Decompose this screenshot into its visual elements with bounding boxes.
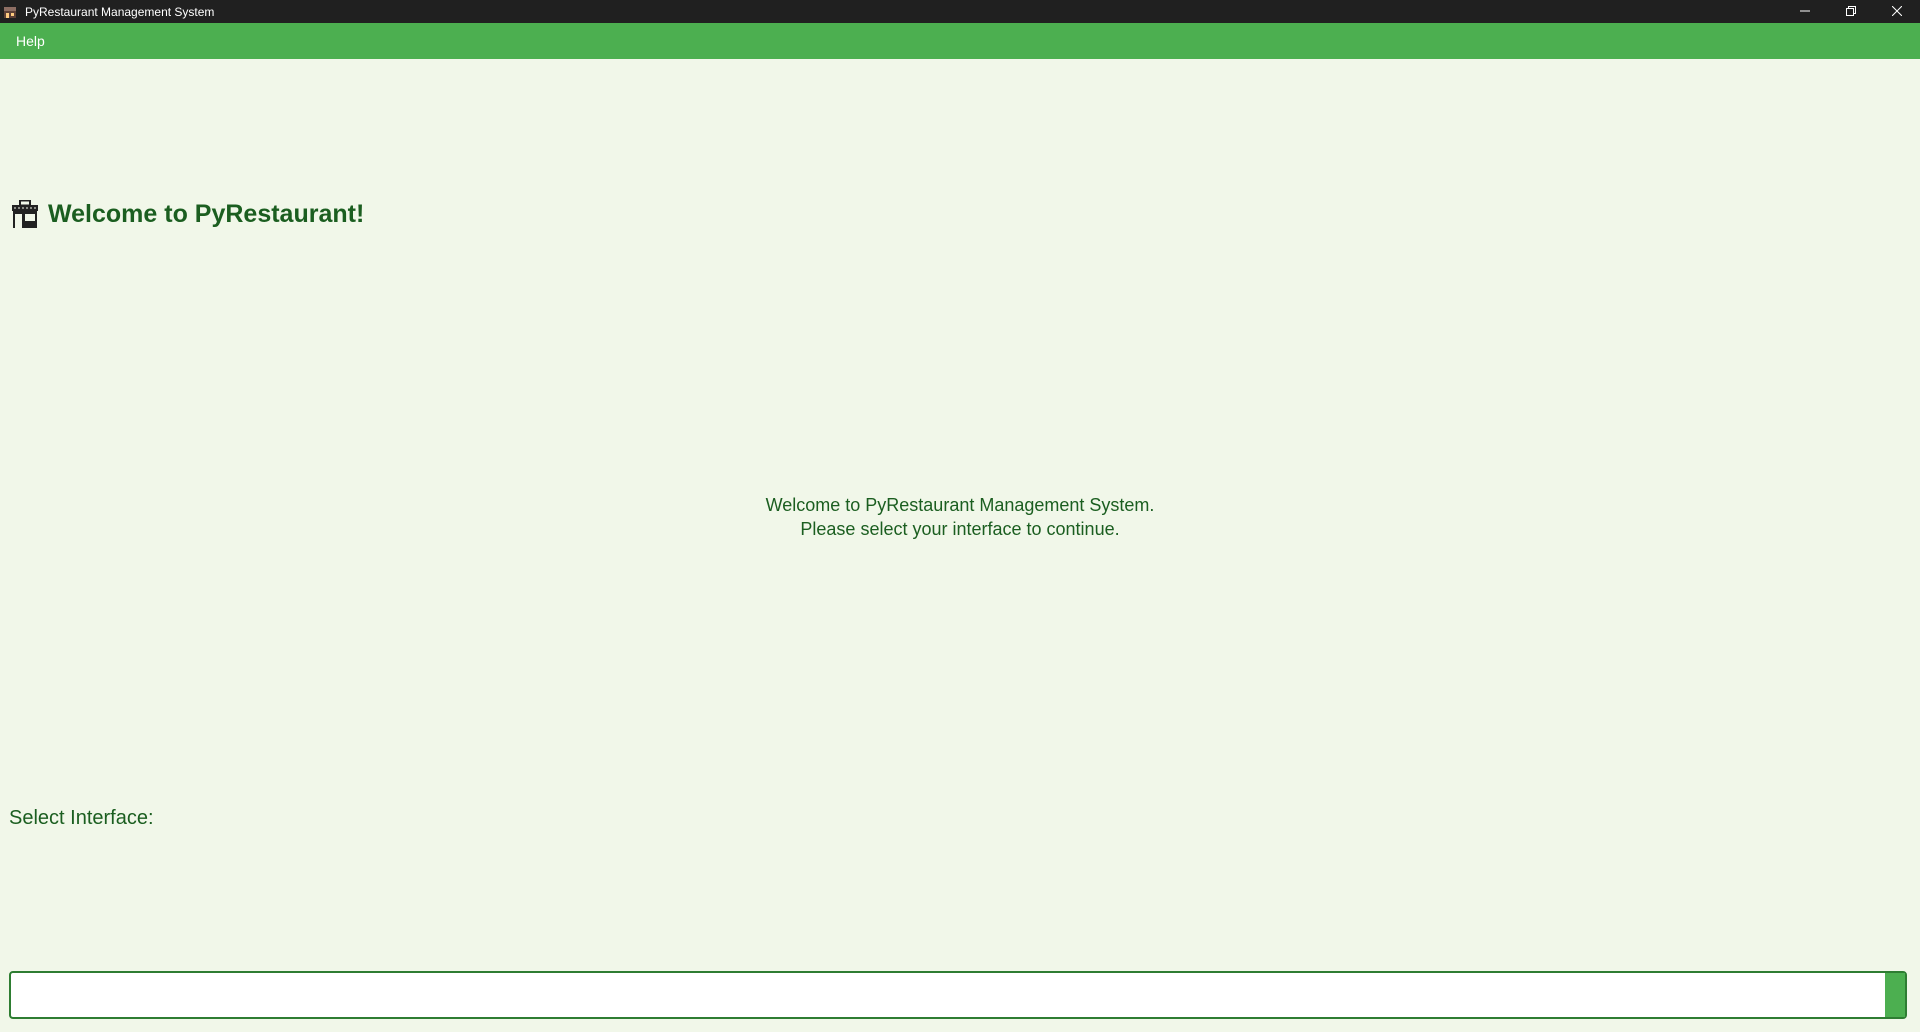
main-content: Welcome to PyRestaurant! Welcome to PyRe… [0, 59, 1920, 1032]
window-controls [1782, 0, 1920, 23]
menu-help[interactable]: Help [16, 23, 45, 59]
menubar: Help [0, 23, 1920, 59]
page-title: Welcome to PyRestaurant! [10, 199, 364, 229]
restaurant-store-icon [10, 199, 40, 229]
page-title-text: Welcome to PyRestaurant! [48, 199, 365, 228]
maximize-button[interactable] [1828, 0, 1874, 23]
minimize-icon [1800, 5, 1810, 19]
window-titlebar: PyRestaurant Management System [0, 0, 1920, 23]
welcome-message: Welcome to PyRestaurant Management Syste… [0, 493, 1920, 541]
interface-select[interactable] [9, 971, 1907, 1019]
minimize-button[interactable] [1782, 0, 1828, 23]
select-interface-label: Select Interface: [9, 807, 154, 829]
welcome-line-1: Welcome to PyRestaurant Management Syste… [765, 495, 1155, 515]
welcome-line-2: Please select your interface to continue… [800, 519, 1120, 539]
close-icon [1891, 5, 1903, 19]
restaurant-icon [3, 5, 17, 19]
window-title: PyRestaurant Management System [25, 4, 215, 19]
restore-icon [1846, 5, 1856, 19]
close-button[interactable] [1874, 0, 1920, 23]
dropdown-button[interactable] [1885, 973, 1905, 1017]
